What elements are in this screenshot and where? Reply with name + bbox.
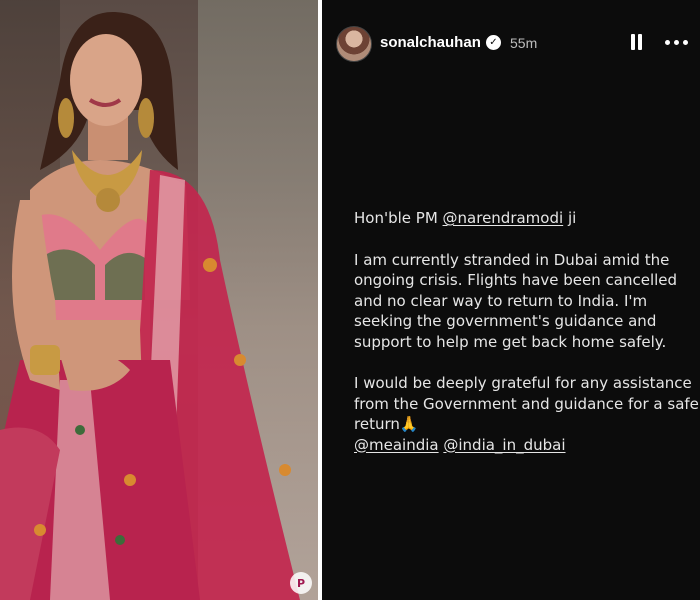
mention-india-in-dubai[interactable]: @india_in_dubai: [443, 436, 565, 454]
post-time: 55m: [510, 35, 538, 51]
paragraph-2: I would be deeply grateful for any assis…: [354, 374, 699, 433]
verified-badge-icon: ✓: [486, 35, 501, 50]
woman-figure: [0, 11, 300, 600]
greeting-suffix: ji: [563, 209, 577, 227]
mentions-line: @meaindia @india_in_dubai: [354, 435, 699, 456]
pause-icon[interactable]: [630, 34, 644, 50]
watermark-icon: P: [290, 572, 312, 594]
mention-meaindia[interactable]: @meaindia: [354, 436, 439, 454]
story-panel: sonalchauhan ✓ 55m Hon'ble PM @narendram…: [322, 0, 700, 600]
story-header: sonalchauhan ✓ 55m: [322, 0, 700, 84]
story-caption: Hon'ble PM @narendramodi ji I am current…: [354, 208, 699, 455]
story-photo: P: [0, 0, 318, 600]
mention-narendramodi[interactable]: @narendramodi: [443, 209, 564, 227]
avatar[interactable]: [336, 26, 372, 62]
more-options-icon[interactable]: [665, 34, 691, 50]
username[interactable]: sonalchauhan: [380, 34, 481, 51]
paragraph-1: I am currently stranded in Dubai amid th…: [354, 250, 678, 351]
greeting-prefix: Hon'ble PM: [354, 209, 443, 227]
greeting-line: Hon'ble PM @narendramodi ji: [354, 208, 699, 229]
